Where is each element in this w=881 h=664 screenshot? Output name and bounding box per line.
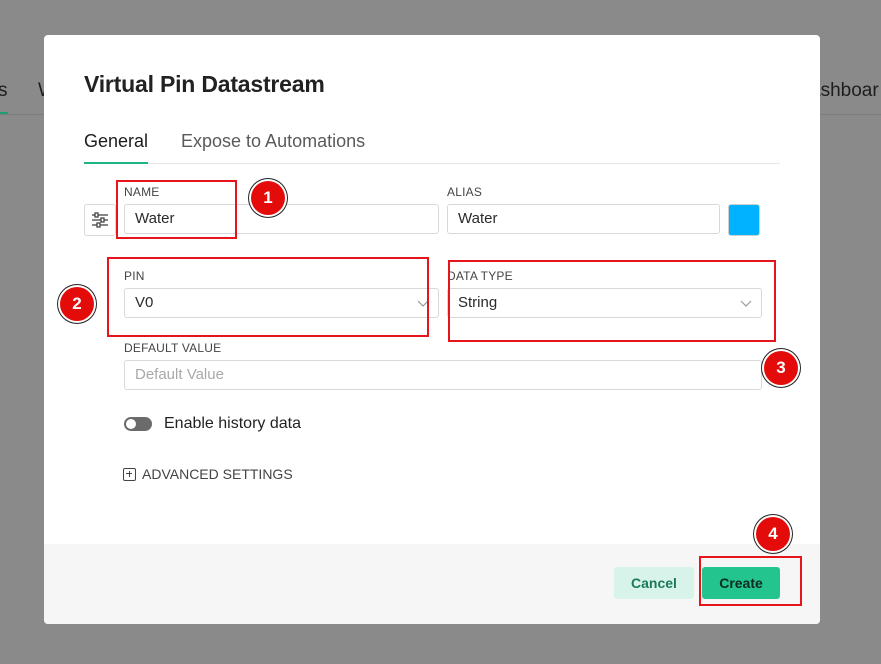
- enable-history-label: Enable history data: [164, 415, 301, 432]
- annotation-box-create: [699, 556, 802, 606]
- enable-history-toggle[interactable]: [124, 417, 152, 431]
- alias-label: ALIAS: [447, 185, 483, 199]
- alias-input[interactable]: Water: [447, 204, 720, 234]
- dialog-title: Virtual Pin Datastream: [84, 71, 325, 97]
- icon-picker-button[interactable]: [84, 204, 116, 236]
- default-value-label: DEFAULT VALUE: [124, 341, 222, 355]
- annotation-marker-1: 1: [251, 181, 285, 215]
- annotation-box-name: [116, 180, 237, 239]
- background-tab-dashboard-fragment: ashboar: [810, 80, 879, 101]
- annotation-marker-3: 3: [764, 351, 798, 385]
- tab-general[interactable]: General: [84, 131, 149, 164]
- annotation-box-data-type: [448, 260, 776, 342]
- sliders-icon: [92, 212, 108, 228]
- plus-square-icon: [123, 467, 136, 481]
- advanced-settings-label: ADVANCED SETTINGS: [142, 466, 293, 482]
- color-picker-swatch[interactable]: [728, 204, 760, 236]
- toggle-knob: [126, 419, 136, 429]
- default-value-input[interactable]: Default Value: [124, 360, 762, 390]
- annotation-box-pin: [107, 257, 429, 337]
- annotation-marker-2: 2: [60, 287, 94, 321]
- annotation-marker-4: 4: [756, 517, 790, 551]
- background-tab-fragment: s: [0, 80, 8, 101]
- dialog-tabs: General Expose to Automations: [84, 131, 780, 164]
- cancel-button[interactable]: Cancel: [614, 567, 694, 599]
- advanced-settings-toggle[interactable]: ADVANCED SETTINGS: [123, 466, 293, 482]
- tab-expose-to-automations[interactable]: Expose to Automations: [181, 131, 365, 162]
